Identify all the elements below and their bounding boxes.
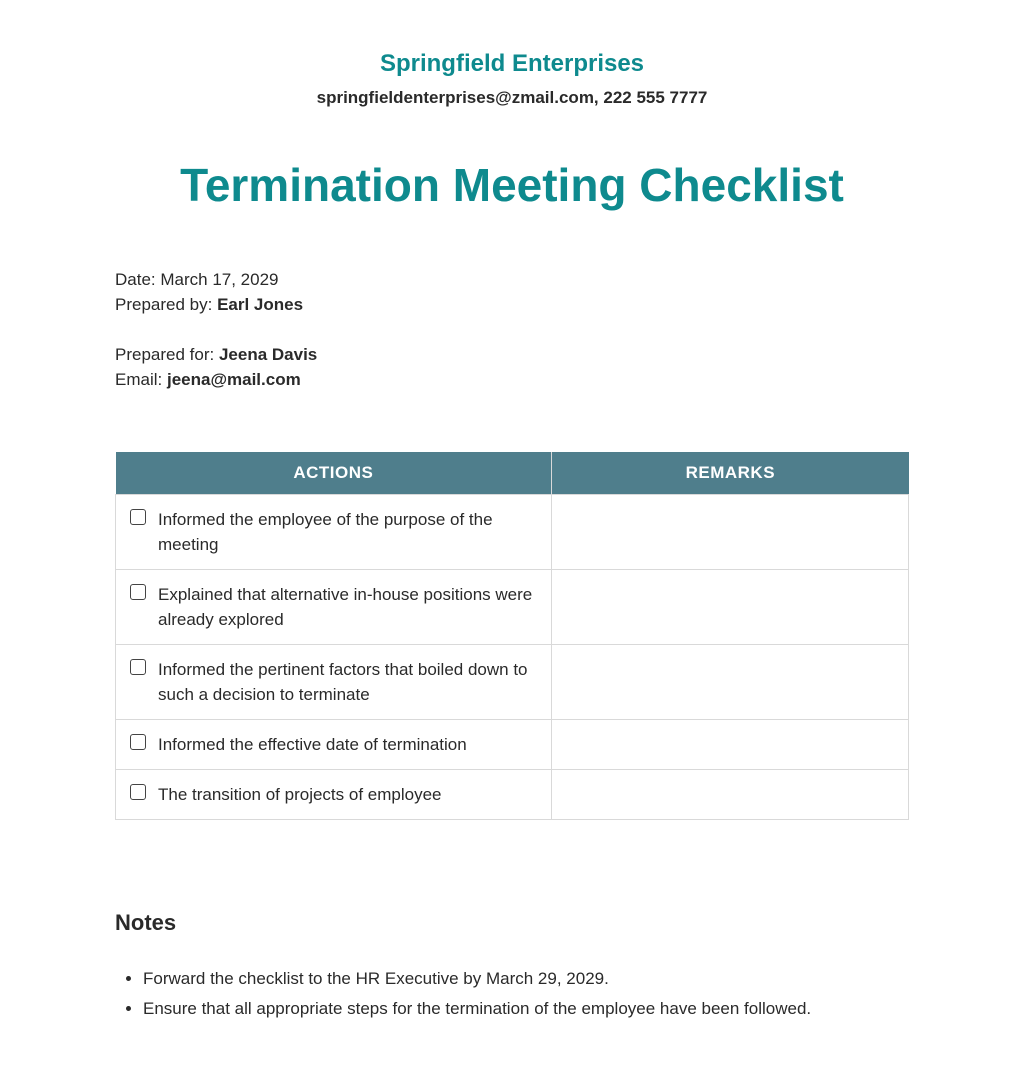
date-label: Date: — [115, 270, 160, 289]
page-title: Termination Meeting Checklist — [115, 158, 909, 212]
company-contact: springfieldenterprises@zmail.com, 222 55… — [115, 88, 909, 108]
email-label: Email: — [115, 370, 167, 389]
checklist-tbody: Informed the employee of the purpose of … — [116, 495, 909, 820]
checkbox[interactable] — [130, 734, 146, 750]
meta-date-line: Date: March 17, 2029 — [115, 267, 909, 292]
action-text: Informed the pertinent factors that boil… — [158, 657, 537, 707]
action-text: Explained that alternative in-house posi… — [158, 582, 537, 632]
date-value: March 17, 2029 — [160, 270, 278, 289]
prepared-by-label: Prepared by: — [115, 295, 217, 314]
checkbox[interactable] — [130, 784, 146, 800]
checkbox[interactable] — [130, 659, 146, 675]
remarks-cell — [552, 720, 909, 770]
table-row: Informed the pertinent factors that boil… — [116, 645, 909, 720]
email-value: jeena@mail.com — [167, 370, 301, 389]
remarks-cell — [552, 645, 909, 720]
list-item: Forward the checklist to the HR Executiv… — [143, 966, 909, 991]
remarks-cell — [552, 770, 909, 820]
meta-prepared-for-line: Prepared for: Jeena Davis — [115, 342, 909, 367]
remarks-cell — [552, 495, 909, 570]
table-row: Explained that alternative in-house posi… — [116, 570, 909, 645]
notes-list: Forward the checklist to the HR Executiv… — [115, 966, 909, 1021]
prepared-for-value: Jeena Davis — [219, 345, 317, 364]
notes-heading: Notes — [115, 910, 909, 936]
remarks-cell — [552, 570, 909, 645]
checklist-table: ACTIONS REMARKS Informed the employee of… — [115, 452, 909, 820]
meta-prepared-by-line: Prepared by: Earl Jones — [115, 292, 909, 317]
action-text: Informed the employee of the purpose of … — [158, 507, 537, 557]
prepared-for-label: Prepared for: — [115, 345, 219, 364]
col-header-actions: ACTIONS — [116, 452, 552, 495]
table-row: The transition of projects of employee — [116, 770, 909, 820]
table-row: Informed the employee of the purpose of … — [116, 495, 909, 570]
checkbox[interactable] — [130, 584, 146, 600]
company-name: Springfield Enterprises — [115, 50, 909, 78]
meta-email-line: Email: jeena@mail.com — [115, 367, 909, 392]
meta-block-2: Prepared for: Jeena Davis Email: jeena@m… — [115, 342, 909, 392]
list-item: Ensure that all appropriate steps for th… — [143, 996, 909, 1021]
action-text: Informed the effective date of terminati… — [158, 732, 467, 757]
prepared-by-value: Earl Jones — [217, 295, 303, 314]
checkbox[interactable] — [130, 509, 146, 525]
col-header-remarks: REMARKS — [552, 452, 909, 495]
action-text: The transition of projects of employee — [158, 782, 441, 807]
document-page: Springfield Enterprises springfieldenter… — [0, 0, 1024, 1066]
table-row: Informed the effective date of terminati… — [116, 720, 909, 770]
meta-block-1: Date: March 17, 2029 Prepared by: Earl J… — [115, 267, 909, 317]
